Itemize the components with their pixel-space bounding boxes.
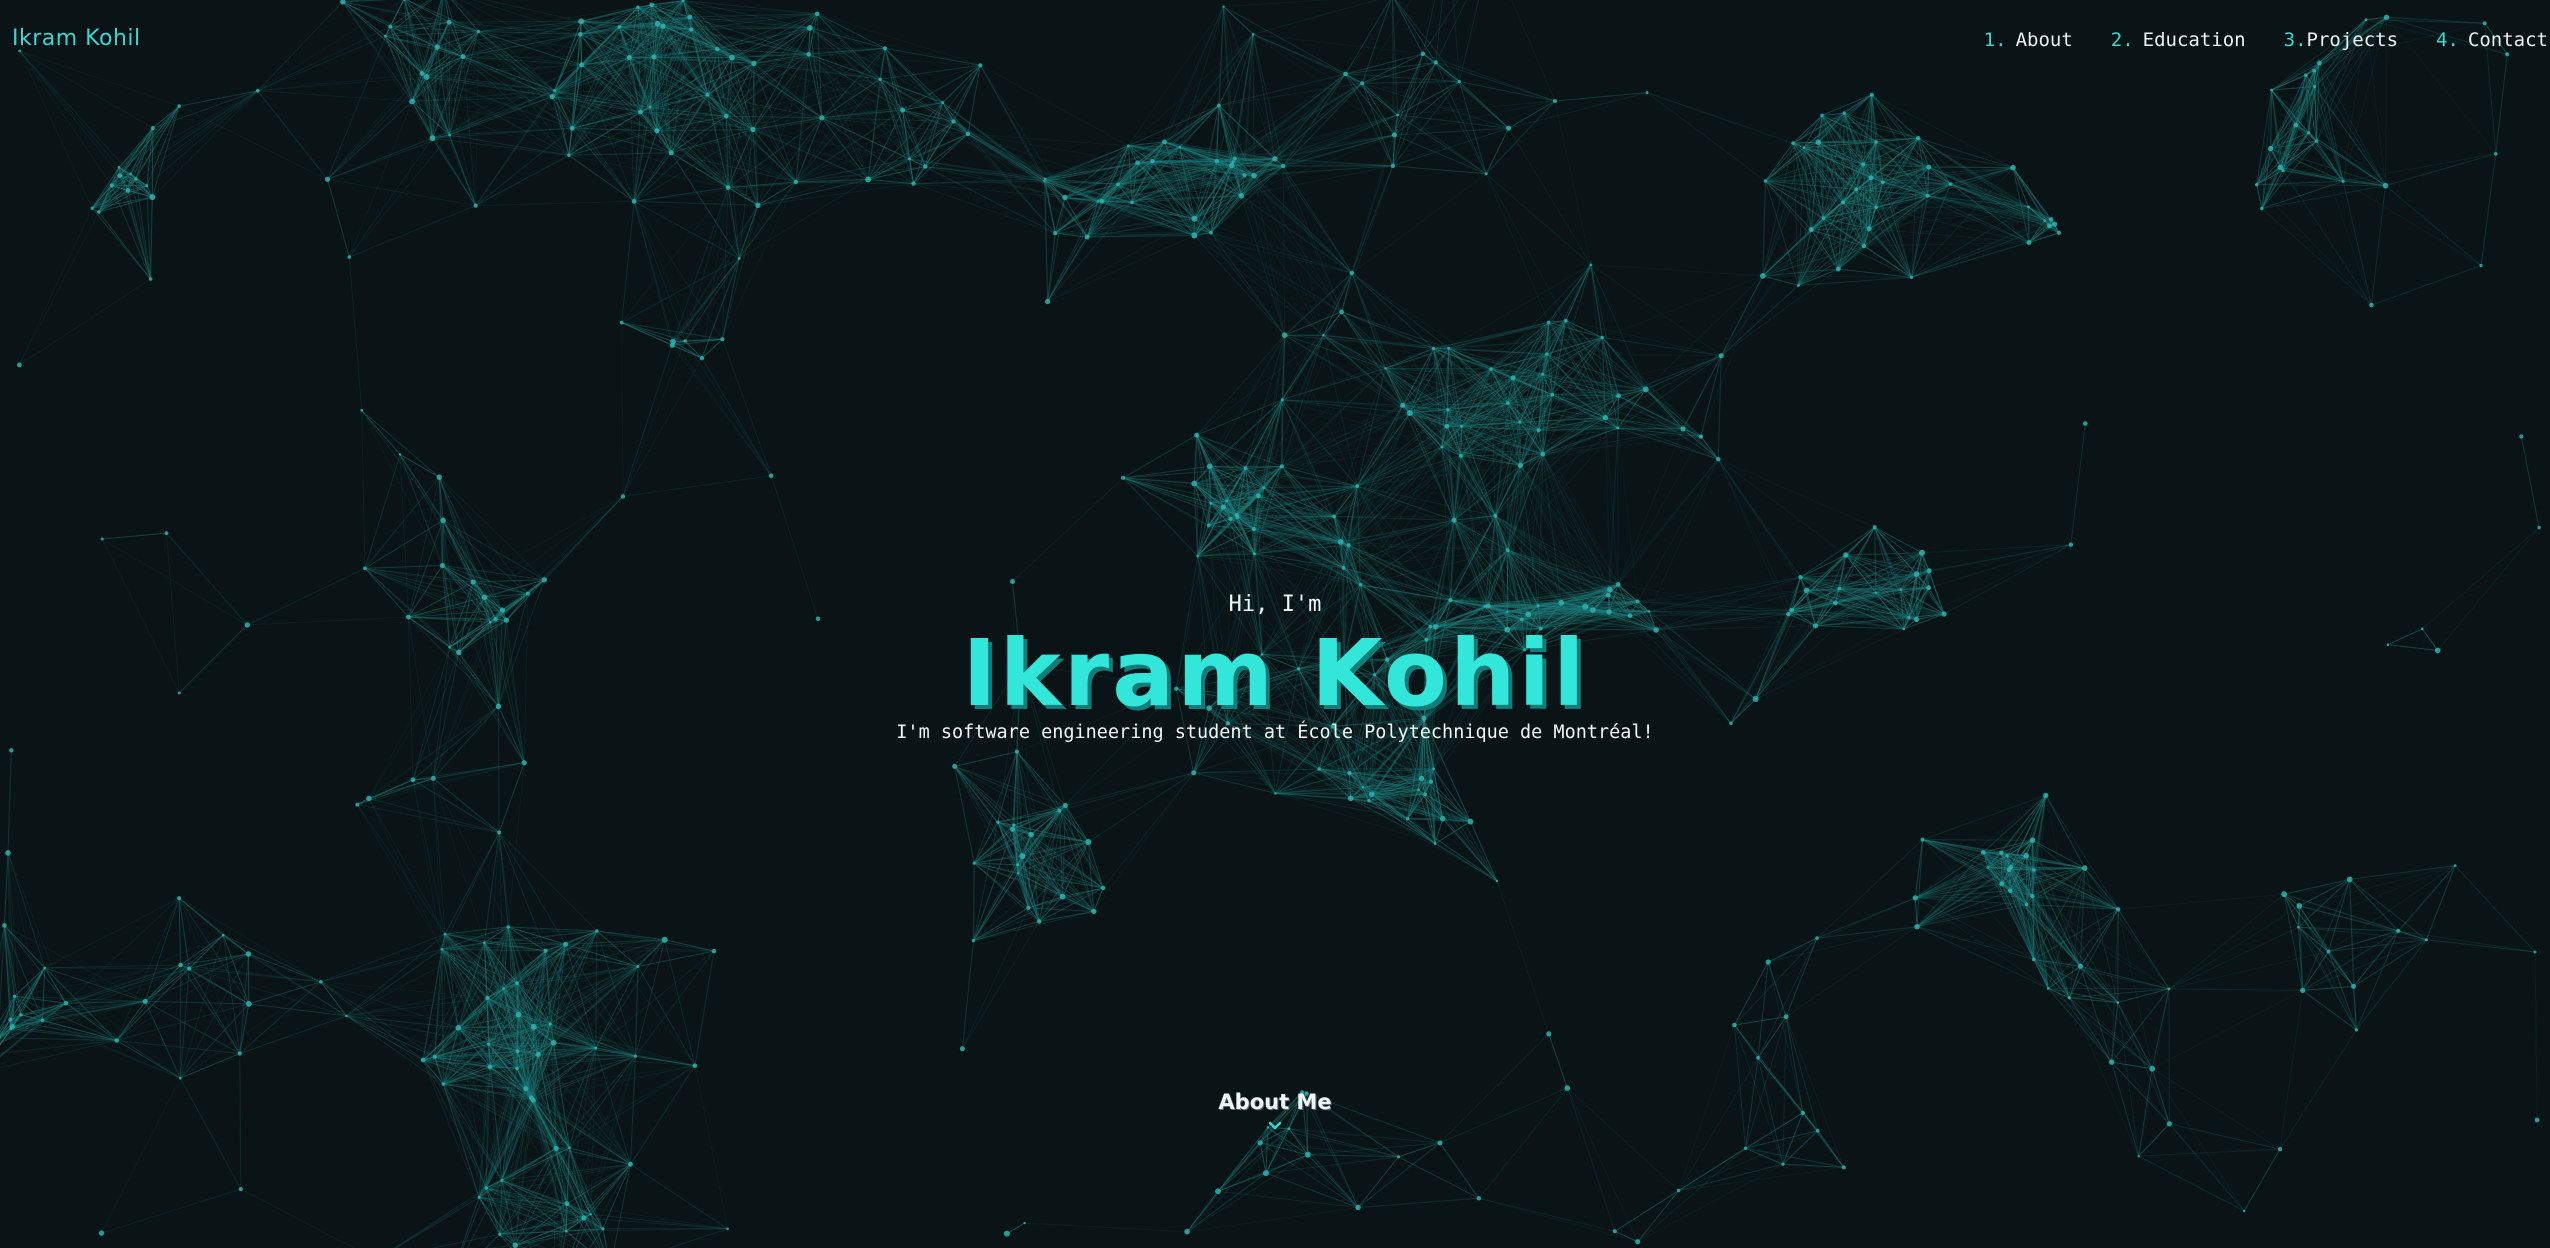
nav-label: About — [2015, 29, 2073, 51]
hero-tagline: I'm software engineering student at Écol… — [896, 722, 1654, 743]
hero-greeting: Hi, I'm — [1228, 592, 1322, 617]
nav-label: Projects — [2306, 29, 2399, 51]
scroll-to-about-label: About Me — [1218, 1090, 1332, 1114]
nav-item-projects[interactable]: 3.Projects — [2284, 29, 2398, 51]
nav-item-education[interactable]: 2. Education — [2111, 29, 2246, 51]
nav-number: 2. — [2110, 29, 2134, 51]
nav-label: Education — [2142, 29, 2246, 51]
site-logo[interactable]: Ikram Kohil — [12, 26, 141, 51]
nav-number: 3. — [2283, 29, 2307, 51]
nav-number: 4. — [2436, 29, 2459, 51]
chevron-down-icon — [1268, 1121, 1282, 1130]
page: Ikram Kohil 1. About 2. Education 3.Projec… — [0, 0, 2550, 1248]
scroll-to-about-button[interactable]: About Me — [1175, 1090, 1375, 1132]
nav-number: 1. — [1983, 29, 2007, 51]
nav-label: Contact — [2467, 29, 2548, 51]
main-nav: 1. About 2. Education 3.Projects 4. Contact — [1946, 29, 2550, 51]
nav-item-contact[interactable]: 4. Contact — [2436, 29, 2548, 51]
nav-item-about[interactable]: 1. About — [1984, 29, 2073, 51]
hero-name: Ikram Kohil — [962, 620, 1588, 727]
